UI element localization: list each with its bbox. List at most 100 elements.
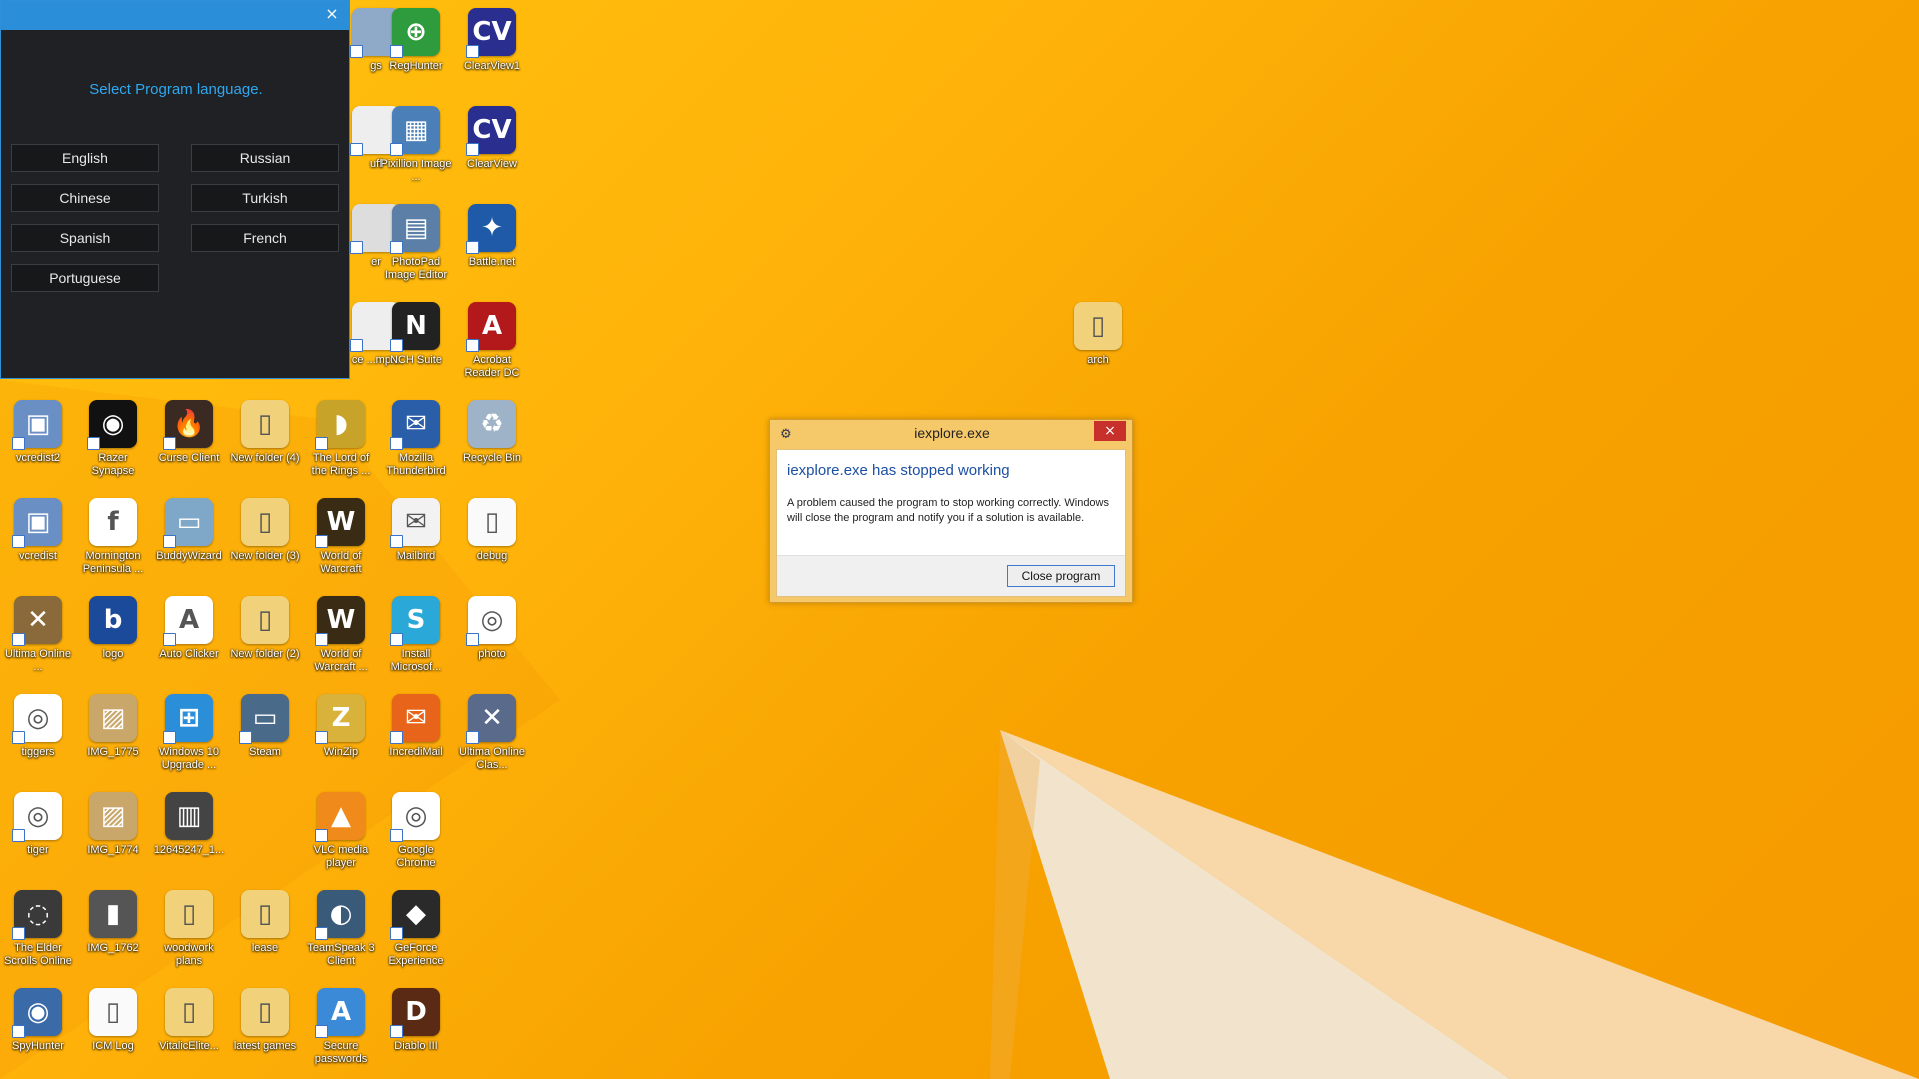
desktop-icon[interactable]: ▯ New folder (2) [229, 594, 301, 690]
desktop-icon[interactable]: A Auto Clicker [153, 594, 225, 690]
desktop-icon-label: Google Chrome [396, 844, 436, 869]
desktop-icon[interactable]: ▯ VitalicElite... [153, 986, 225, 1079]
desktop-icon[interactable]: ⊞ Windows 10 Upgrade ... [153, 692, 225, 788]
desktop-icon[interactable]: ♻ Recycle Bin [456, 398, 528, 494]
desktop-icon[interactable]: W World of Warcraft [305, 496, 377, 592]
desktop-icon[interactable]: ◎ tiggers [2, 692, 74, 788]
russian-button[interactable]: Russian [191, 144, 339, 172]
dialog-body: iexplore.exe has stopped working A probl… [776, 449, 1126, 597]
desktop-icon-label: logo [102, 648, 124, 660]
acrobat-icon: A [466, 302, 516, 352]
desktop-icon-label: 12645247_1... [153, 844, 225, 856]
desktop-icon[interactable]: ▯ New folder (4) [229, 398, 301, 494]
desktop-icon[interactable]: ◐ TeamSpeak 3 Client [305, 888, 377, 984]
close-program-button[interactable]: Close program [1007, 565, 1115, 587]
desktop-icon[interactable]: ✕ Ultima Online ... [2, 594, 74, 690]
desktop-icon[interactable]: ▯ debug [456, 496, 528, 592]
desktop-icon[interactable]: ◉ Razer Synapse [77, 398, 149, 494]
desktop-icon[interactable]: ▣ vcredist [2, 496, 74, 592]
desktop-icon[interactable]: S Install Microsof... [380, 594, 452, 690]
desktop-icon[interactable]: Z WinZip [305, 692, 377, 788]
desktop-icon[interactable]: ◌ The Elder Scrolls Online [2, 888, 74, 984]
desktop-icon[interactable]: ▯ latest games [229, 986, 301, 1079]
desktop-icon-label: BuddyWizard [156, 550, 222, 562]
desktop-icon[interactable]: 🔥 Curse Client [153, 398, 225, 494]
desktop-icon[interactable]: ◎ tiger [2, 790, 74, 886]
desktop-icon-label: IncrediMail [389, 746, 443, 758]
desktop-icon[interactable]: ▨ IMG_1774 [77, 790, 149, 886]
desktop-icon-label: ICM Log [92, 1040, 134, 1052]
chrome-icon: ◎ [466, 596, 516, 646]
desktop-icon-label: World of Warcraft ... [314, 648, 368, 673]
desktop-icon[interactable]: ▥ 12645247_1... [153, 790, 225, 886]
lotro-icon: ◗ [315, 400, 365, 450]
desktop-icon[interactable]: ⊕ RegHunter [380, 6, 452, 102]
pixillion-icon: ▦ [390, 106, 440, 156]
desktop-icon[interactable]: ✉ IncrediMail [380, 692, 452, 788]
incredimail-icon: ✉ [390, 694, 440, 744]
folder-icon: ▯ [1074, 302, 1122, 350]
desktop-icon[interactable]: ▯ arch [1062, 300, 1134, 396]
recycle-bin-icon: ♻ [468, 400, 516, 448]
desktop-icon[interactable]: ◎ Google Chrome [380, 790, 452, 886]
desktop-icon[interactable]: ▯ ICM Log [77, 986, 149, 1079]
desktop-icon[interactable]: b logo [77, 594, 149, 690]
desktop-icon[interactable]: ✕ Ultima Online Clas... [456, 692, 528, 788]
image-file-icon: ▮ [89, 890, 137, 938]
desktop-icon-label: Diablo III [394, 1040, 438, 1052]
desktop-icon[interactable]: A Secure passwords [305, 986, 377, 1079]
desktop-icon[interactable]: ✉ Mailbird [380, 496, 452, 592]
thunderbird-icon: ✉ [390, 400, 440, 450]
desktop-icon[interactable]: A Acrobat Reader DC [456, 300, 528, 396]
desktop[interactable]: gs ⊕ RegHunter CV ClearView1 uff ▦ Pixillion Im… [0, 0, 1919, 1079]
desktop-icon[interactable]: ◗ The Lord of the Rings ... [305, 398, 377, 494]
desktop-icon[interactable]: CV ClearView [456, 104, 528, 200]
french-button[interactable]: French [191, 224, 339, 252]
desktop-icon-label: World of Warcraft [320, 550, 362, 575]
desktop-icon[interactable]: ▣ vcredist2 [2, 398, 74, 494]
razer-icon: ◉ [87, 400, 137, 450]
close-icon[interactable]: × [323, 5, 341, 23]
language-window-titlebar[interactable]: × [1, 1, 349, 30]
desktop-icon[interactable]: ◉ SpyHunter [2, 986, 74, 1079]
desktop-icon[interactable]: ✦ Battle.net [456, 202, 528, 298]
desktop-icon[interactable]: ▯ lease [229, 888, 301, 984]
desktop-icon-label: NCH Suite [390, 354, 442, 366]
desktop-icon[interactable]: CV ClearView1 [456, 6, 528, 102]
dialog-footer: Close program [777, 555, 1125, 596]
desktop-icon[interactable]: ✉ Mozilla Thunderbird [380, 398, 452, 494]
close-icon[interactable]: × [1094, 421, 1126, 441]
installer-icon: ▣ [12, 498, 62, 548]
english-button[interactable]: English [11, 144, 159, 172]
desktop-icon[interactable]: D Diablo III [380, 986, 452, 1079]
desktop-icon[interactable]: ▭ BuddyWizard [153, 496, 225, 592]
desktop-icon-label: photo [478, 648, 506, 660]
desktop-icon[interactable]: ▭ Steam [229, 692, 301, 788]
desktop-icon[interactable]: f Mornington Peninsula ... [77, 496, 149, 592]
desktop-icon-label: Pixillion Image ... [380, 158, 452, 183]
document-icon: f [89, 498, 137, 546]
portuguese-button[interactable]: Portuguese [11, 264, 159, 292]
desktop-icon[interactable]: ◆ GeForce Experience [380, 888, 452, 984]
steam-icon: ▭ [239, 694, 289, 744]
desktop-icon[interactable]: ◎ photo [456, 594, 528, 690]
desktop-icon[interactable]: ▲ VLC media player [305, 790, 377, 886]
chinese-button[interactable]: Chinese [11, 184, 159, 212]
eso-icon: ◌ [12, 890, 62, 940]
desktop-icon[interactable]: N NCH Suite [380, 300, 452, 396]
teamspeak-icon: ◐ [315, 890, 365, 940]
desktop-icon[interactable]: ▦ Pixillion Image ... [380, 104, 452, 200]
desktop-icon[interactable]: ▨ IMG_1775 [77, 692, 149, 788]
diablo-icon: D [390, 988, 440, 1038]
desktop-icon[interactable]: W World of Warcraft ... [305, 594, 377, 690]
desktop-icon[interactable]: ▮ IMG_1762 [77, 888, 149, 984]
spanish-button[interactable]: Spanish [11, 224, 159, 252]
image-file-icon: ▥ [165, 792, 213, 840]
desktop-icon[interactable]: ▤ PhotoPad Image Editor [380, 202, 452, 298]
desktop-icon[interactable]: ▯ woodwork plans [153, 888, 225, 984]
desktop-icon[interactable]: ▯ New folder (3) [229, 496, 301, 592]
desktop-icon-label: Acrobat Reader DC [464, 354, 520, 379]
spyhunter-icon: ◉ [12, 988, 62, 1038]
turkish-button[interactable]: Turkish [191, 184, 339, 212]
error-message: A problem caused the program to stop wor… [787, 497, 1109, 524]
